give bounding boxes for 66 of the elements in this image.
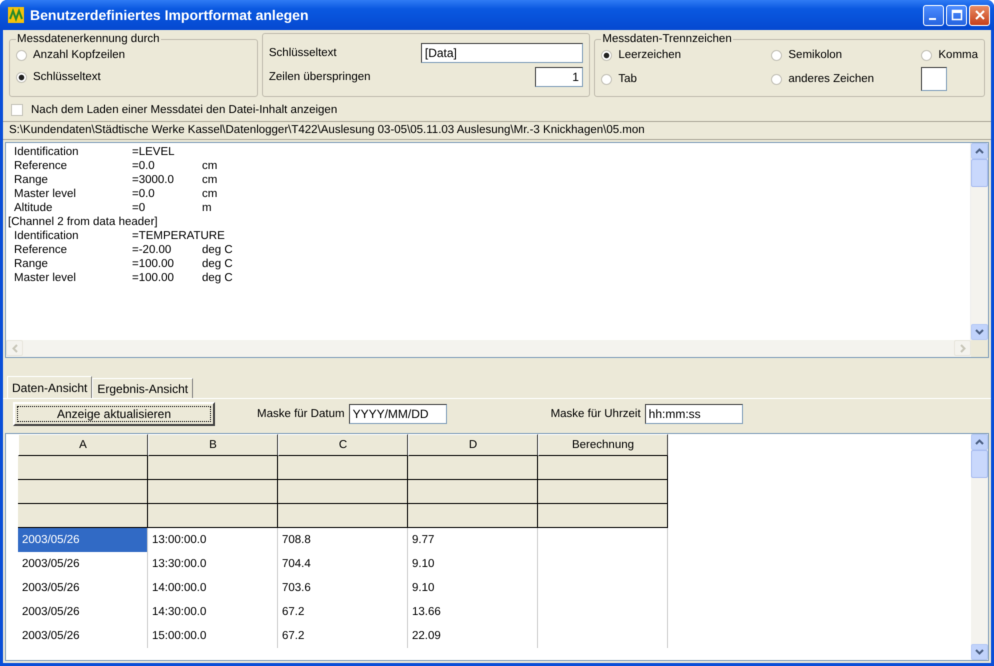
radio-option[interactable]: Leerzeichen: [601, 45, 772, 65]
scroll-thumb[interactable]: [971, 450, 988, 478]
file-line: Master level =100.00 deg C: [13, 271, 234, 285]
radio-option[interactable]: Schlüsseltext: [16, 67, 251, 87]
app-icon: [8, 7, 24, 23]
checkbox-label: Nach dem Laden einer Messdatei den Datei-Inhalt anzeigen: [31, 104, 338, 116]
window-title: Benutzerdefiniertes Importformat anlegen: [30, 7, 310, 23]
refresh-button[interactable]: Anzeige aktualisieren: [13, 402, 215, 426]
table-cell[interactable]: 2003/05/26: [18, 528, 148, 552]
scroll-left-button[interactable]: [6, 340, 23, 356]
show-content-checkbox[interactable]: Nach dem Laden einer Messdatei den Datei-Inhalt anzeigen: [3, 97, 991, 119]
column-header[interactable]: Berechnung: [538, 434, 668, 456]
date-mask-label: Maske für Datum: [257, 408, 345, 420]
key-text-field[interactable]: [Data]: [420, 42, 583, 62]
other-char-field[interactable]: [921, 67, 948, 91]
skip-label: Zeilen überspringen: [268, 70, 372, 82]
file-line: [Channel 2 from data header]: [8, 215, 159, 229]
file-line: Range =3000.0 cm: [13, 173, 218, 187]
scroll-up-button[interactable]: [971, 434, 988, 450]
scrollbar-corner: [971, 340, 988, 357]
scroll-thumb[interactable]: [971, 159, 988, 187]
column-header[interactable]: A: [18, 434, 148, 456]
column-header[interactable]: C: [278, 434, 408, 456]
key-label: Schlüsseltext: [268, 46, 338, 58]
radio-option[interactable]: Tab: [601, 69, 772, 89]
scroll-up-button[interactable]: [971, 143, 988, 159]
radio-label: Leerzeichen: [618, 49, 682, 61]
radio-label: Komma: [938, 49, 978, 61]
file-path: S:\Kundendaten\Städtische Werke Kassel\Datenlogger\T422\Auslesung 03-05\05.11.03 Auslesung\Mr.-3 Knickhagen\05.mon: [3, 121, 991, 140]
tab[interactable]: Daten-Ansicht: [7, 376, 92, 398]
maximize-button[interactable]: [946, 4, 967, 26]
group-title: Messdaten-Trennzeichen: [601, 33, 733, 45]
close-button[interactable]: [969, 4, 990, 26]
radio-label: Schlüsseltext: [33, 71, 101, 83]
file-line: Master level =0.0 cm: [13, 187, 218, 201]
scroll-down-button[interactable]: [971, 644, 988, 660]
file-line: Range =100.00 deg C: [13, 257, 234, 271]
tab[interactable]: Ergebnis-Ansicht: [92, 378, 194, 398]
file-line: Identification =LEVEL: [13, 145, 176, 159]
file-line: Reference =0.0 cm: [13, 159, 218, 173]
time-mask-label: Maske für Uhrzeit: [550, 408, 641, 420]
horizontal-scrollbar[interactable]: [6, 340, 988, 357]
group-title: Messdatenerkennung durch: [16, 33, 161, 45]
maximize-icon: [950, 9, 962, 21]
date-mask-field[interactable]: YYYY/MM/DD: [348, 404, 447, 424]
radio-option[interactable]: Komma: [921, 45, 978, 65]
radio-option[interactable]: Anzahl Kopfzeilen: [16, 45, 251, 65]
file-line: Reference =-20.00 deg C: [13, 243, 234, 257]
file-line: Altitude =0 m: [13, 201, 213, 215]
scroll-down-button[interactable]: [971, 324, 988, 340]
radio-option[interactable]: anderes Zeichen: [771, 69, 922, 89]
column-header[interactable]: D: [408, 434, 538, 456]
time-mask-field[interactable]: hh:mm:ss: [644, 404, 743, 424]
minimize-button[interactable]: [923, 4, 944, 26]
radio-label: Anzahl Kopfzeilen: [33, 49, 126, 61]
radio-label: anderes Zeichen: [788, 73, 874, 85]
vertical-scrollbar[interactable]: [971, 434, 988, 660]
skip-lines-field[interactable]: 1: [534, 66, 583, 86]
close-icon: [974, 9, 986, 21]
radio-option[interactable]: Semikolon: [771, 45, 922, 65]
radio-label: Tab: [618, 73, 637, 85]
radio-label: Semikolon: [788, 49, 842, 61]
file-line: Identification =TEMPERATURE: [13, 229, 226, 243]
column-header[interactable]: B: [148, 434, 278, 456]
vertical-scrollbar[interactable]: [970, 143, 988, 340]
minimize-icon: [928, 18, 936, 20]
